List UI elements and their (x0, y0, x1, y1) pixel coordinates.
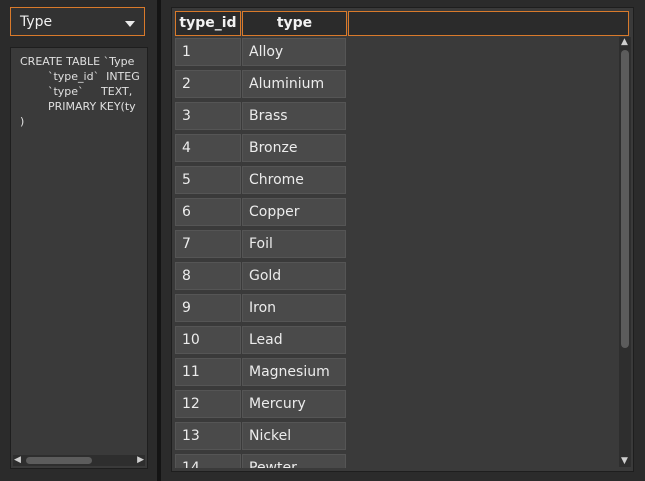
type-cell[interactable]: Foil (242, 230, 346, 258)
table-row[interactable]: 6 Copper (175, 198, 605, 226)
horizontal-scrollbar[interactable]: ◀ ▶ (13, 455, 145, 466)
table-row[interactable]: 2 Aluminium (175, 70, 605, 98)
table-select-value: Type (20, 14, 53, 30)
scroll-up-icon[interactable]: ▲ (621, 38, 628, 47)
data-panel: type_id type 1 Alloy 2 Aluminium 3 Brass 4 Bron… (161, 0, 645, 481)
table-row[interactable]: 13 Nickel (175, 422, 605, 450)
type-id-cell[interactable]: 11 (175, 358, 241, 386)
type-id-cell[interactable]: 4 (175, 134, 241, 162)
type-cell[interactable]: Iron (242, 294, 346, 322)
type-cell[interactable]: Gold (242, 262, 346, 290)
type-cell[interactable]: Pewter (242, 454, 346, 468)
type-cell[interactable]: Aluminium (242, 70, 346, 98)
table-row[interactable]: 9 Iron (175, 294, 605, 322)
schema-sql-view[interactable]: CREATE TABLE `Type `type_id` INTEG `type… (10, 47, 148, 469)
grid-header: type_id type (175, 11, 629, 36)
type-id-cell[interactable]: 3 (175, 102, 241, 130)
type-id-cell[interactable]: 1 (175, 38, 241, 66)
table-select-dropdown[interactable]: Type (10, 7, 145, 36)
type-cell[interactable]: Alloy (242, 38, 346, 66)
data-grid: type_id type 1 Alloy 2 Aluminium 3 Brass 4 Bron… (171, 7, 634, 472)
column-header-type-id[interactable]: type_id (175, 11, 241, 36)
type-id-cell[interactable]: 2 (175, 70, 241, 98)
type-id-cell[interactable]: 5 (175, 166, 241, 194)
chevron-down-icon[interactable] (125, 21, 135, 27)
type-id-cell[interactable]: 10 (175, 326, 241, 354)
type-id-cell[interactable]: 12 (175, 390, 241, 418)
table-row[interactable]: 1 Alloy (175, 38, 605, 66)
type-id-cell[interactable]: 6 (175, 198, 241, 226)
type-id-cell[interactable]: 7 (175, 230, 241, 258)
type-cell[interactable]: Copper (242, 198, 346, 226)
table-row[interactable]: 5 Chrome (175, 166, 605, 194)
type-cell[interactable]: Brass (242, 102, 346, 130)
column-header-type[interactable]: type (242, 11, 347, 36)
type-cell[interactable]: Lead (242, 326, 346, 354)
schema-sql-text: CREATE TABLE `Type `type_id` INTEG `type… (20, 55, 140, 128)
table-row[interactable]: 14 Pewter (175, 454, 605, 468)
scroll-left-icon[interactable]: ◀ (14, 456, 21, 465)
type-id-cell[interactable]: 13 (175, 422, 241, 450)
table-row[interactable]: 11 Magnesium (175, 358, 605, 386)
type-id-cell[interactable]: 14 (175, 454, 241, 468)
column-header-empty[interactable] (348, 11, 629, 36)
type-id-cell[interactable]: 9 (175, 294, 241, 322)
scroll-right-icon[interactable]: ▶ (137, 456, 144, 465)
table-row[interactable]: 4 Bronze (175, 134, 605, 162)
type-id-cell[interactable]: 8 (175, 262, 241, 290)
table-row[interactable]: 3 Brass (175, 102, 605, 130)
type-cell[interactable]: Chrome (242, 166, 346, 194)
table-row[interactable]: 10 Lead (175, 326, 605, 354)
grid-rows: 1 Alloy 2 Aluminium 3 Brass 4 Bronze 5 Chrome 6 Cop… (175, 38, 605, 468)
vertical-scroll-thumb[interactable] (621, 50, 629, 348)
type-cell[interactable]: Bronze (242, 134, 346, 162)
table-row[interactable]: 12 Mercury (175, 390, 605, 418)
type-cell[interactable]: Magnesium (242, 358, 346, 386)
vertical-scrollbar[interactable]: ▲ ▼ (619, 37, 631, 467)
scroll-down-icon[interactable]: ▼ (621, 457, 628, 466)
table-row[interactable]: 7 Foil (175, 230, 605, 258)
horizontal-scroll-thumb[interactable] (26, 457, 92, 464)
type-cell[interactable]: Mercury (242, 390, 346, 418)
schema-panel: Type CREATE TABLE `Type `type_id` INTEG … (0, 0, 157, 481)
type-cell[interactable]: Nickel (242, 422, 346, 450)
table-row[interactable]: 8 Gold (175, 262, 605, 290)
